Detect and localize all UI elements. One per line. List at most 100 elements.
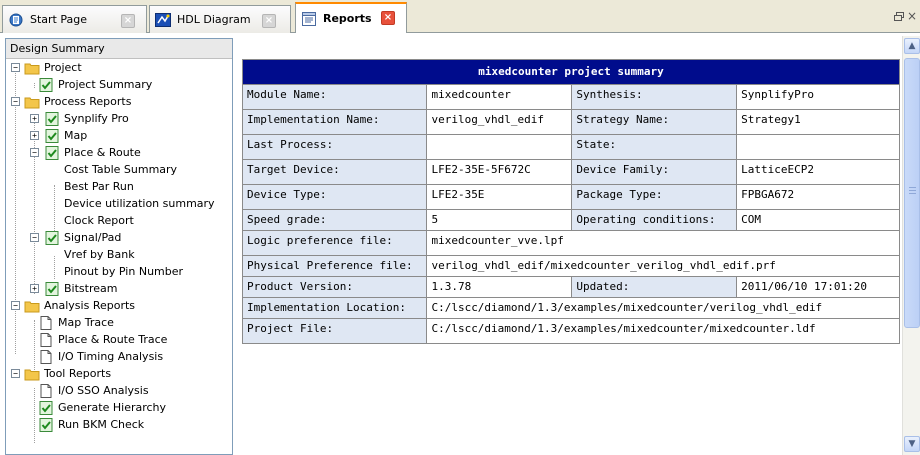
check-icon: [45, 281, 59, 296]
check-icon: [45, 128, 59, 143]
tree-line: [34, 83, 35, 88]
start-page-icon: [9, 13, 23, 26]
tree-item-tool-reports[interactable]: − Tool Reports: [8, 365, 111, 382]
report-view: mixedcounter project summary Module Name…: [240, 36, 902, 455]
tree-item-signal-pad[interactable]: − Signal/Pad: [28, 229, 121, 246]
cell-label: Operating conditions:: [571, 209, 738, 231]
tree-item-place-route[interactable]: − Place & Route: [28, 144, 141, 161]
hdl-diagram-icon: [155, 12, 171, 27]
table-row: Product Version: 1.3.78 Updated: 2011/06…: [241, 276, 900, 298]
document-icon: [40, 349, 52, 364]
tree-item-generate-hierarchy[interactable]: Generate Hierarchy: [38, 399, 166, 416]
cell-value: 2011/06/10 17:01:20: [736, 276, 900, 298]
expand-icon[interactable]: +: [30, 114, 39, 123]
tree-item-io-timing[interactable]: I/O Timing Analysis: [38, 348, 163, 365]
cell-value: Strategy1: [736, 109, 900, 135]
check-icon: [39, 400, 53, 415]
vertical-scrollbar[interactable]: ▲ ▼: [902, 36, 920, 455]
tree-item-process-reports[interactable]: − Process Reports: [8, 93, 131, 110]
cell-label: Speed grade:: [241, 209, 428, 231]
close-tab-icon[interactable]: ×: [381, 11, 395, 25]
reports-icon: [302, 11, 316, 26]
tree-item-clock-report[interactable]: Clock Report: [64, 212, 134, 229]
collapse-icon[interactable]: −: [11, 301, 20, 310]
collapse-icon[interactable]: −: [11, 369, 20, 378]
tree-item-synplify-pro[interactable]: + Synplify Pro: [28, 110, 129, 127]
cell-value: verilog_vhdl_edif: [426, 109, 573, 135]
table-row: Device Type: LFE2-35E Package Type: FPBG…: [241, 184, 900, 210]
restore-icon[interactable]: [894, 12, 904, 21]
close-tab-icon[interactable]: ×: [262, 14, 276, 28]
document-icon: [40, 332, 52, 347]
cell-value: [736, 134, 900, 160]
table-row: Last Process: State:: [241, 134, 900, 160]
tree-item-io-sso[interactable]: I/O SSO Analysis: [38, 382, 149, 399]
cell-label: Implementation Location:: [241, 297, 428, 319]
tab-label: HDL Diagram: [177, 13, 251, 26]
close-tab-icon[interactable]: ×: [121, 14, 135, 28]
tree-item-bitstream[interactable]: + Bitstream: [28, 280, 117, 297]
collapse-icon[interactable]: −: [30, 233, 39, 242]
tree-item-map[interactable]: + Map: [28, 127, 87, 144]
collapse-icon[interactable]: −: [11, 63, 20, 72]
cell-value: mixedcounter: [426, 84, 573, 110]
cell-value: FPBGA672: [736, 184, 900, 210]
tree-item-map-trace[interactable]: Map Trace: [38, 314, 114, 331]
tree-item-run-bkm-check[interactable]: Run BKM Check: [38, 416, 144, 433]
cell-label: Target Device:: [241, 159, 428, 185]
scroll-up-button[interactable]: ▲: [904, 38, 920, 54]
cell-label: Project File:: [241, 318, 428, 344]
cell-value: C:/lscc/diamond/1.3/examples/mixedcounte…: [426, 318, 900, 344]
document-icon: [40, 315, 52, 330]
tree-item-device-utilization[interactable]: Device utilization summary: [64, 195, 215, 212]
collapse-icon[interactable]: −: [11, 97, 20, 106]
editor-tab-bar: Start Page × HDL Diagram × Reports × ×: [0, 0, 920, 33]
tree-item-vref-by-bank[interactable]: Vref by Bank: [64, 246, 135, 263]
tab-start-page[interactable]: Start Page ×: [2, 5, 147, 33]
cell-label: Logic preference file:: [241, 230, 428, 256]
table-row: Project File: C:/lscc/diamond/1.3/exampl…: [241, 318, 900, 344]
tab-label: Reports: [323, 12, 372, 25]
tab-hdl-diagram[interactable]: HDL Diagram ×: [149, 5, 291, 33]
collapse-icon[interactable]: −: [30, 148, 39, 157]
tab-label: Start Page: [30, 13, 87, 26]
summary-title: mixedcounter project summary: [242, 59, 900, 85]
tree-item-cost-table-summary[interactable]: Cost Table Summary: [64, 161, 177, 178]
scroll-down-button[interactable]: ▼: [904, 436, 920, 452]
cell-label: Device Family:: [571, 159, 738, 185]
design-summary-panel: Design Summary − Project Project Summary…: [5, 38, 233, 455]
tree-item-project[interactable]: − Project: [8, 59, 82, 76]
cell-label: State:: [571, 134, 738, 160]
table-row: Implementation Name: verilog_vhdl_edif S…: [241, 109, 900, 135]
close-panel-icon[interactable]: ×: [907, 9, 917, 23]
cell-label: Module Name:: [241, 84, 428, 110]
cell-value: SynplifyPro: [736, 84, 900, 110]
cell-value: 1.3.78: [426, 276, 573, 298]
scroll-thumb[interactable]: [904, 58, 920, 328]
expand-icon[interactable]: +: [30, 131, 39, 140]
tree-item-pinout[interactable]: Pinout by Pin Number: [64, 263, 183, 280]
project-summary-table: mixedcounter project summary Module Name…: [241, 59, 900, 344]
check-icon: [45, 145, 59, 160]
tab-reports[interactable]: Reports ×: [295, 2, 407, 33]
table-row: Target Device: LFE2-35E-5F672C Device Fa…: [241, 159, 900, 185]
folder-icon: [24, 97, 40, 108]
tree-line: [34, 388, 35, 443]
check-icon: [45, 111, 59, 126]
table-row: Module Name: mixedcounter Synthesis: Syn…: [241, 84, 900, 110]
expand-icon[interactable]: +: [30, 284, 39, 293]
check-icon: [39, 77, 53, 92]
cell-value: LFE2-35E: [426, 184, 573, 210]
tree-item-best-par-run[interactable]: Best Par Run: [64, 178, 134, 195]
cell-value: LatticeECP2: [736, 159, 900, 185]
tree-item-analysis-reports[interactable]: − Analysis Reports: [8, 297, 135, 314]
table-row: Implementation Location: C:/lscc/diamond…: [241, 297, 900, 319]
tree-item-project-summary[interactable]: Project Summary: [38, 76, 152, 93]
folder-icon: [24, 63, 40, 74]
panel-title: Design Summary: [6, 39, 232, 59]
table-row: Speed grade: 5 Operating conditions: COM: [241, 209, 900, 231]
cell-label: Physical Preference file:: [241, 255, 428, 277]
folder-icon: [24, 369, 40, 380]
tree-item-par-trace[interactable]: Place & Route Trace: [38, 331, 167, 348]
cell-value: 5: [426, 209, 573, 231]
